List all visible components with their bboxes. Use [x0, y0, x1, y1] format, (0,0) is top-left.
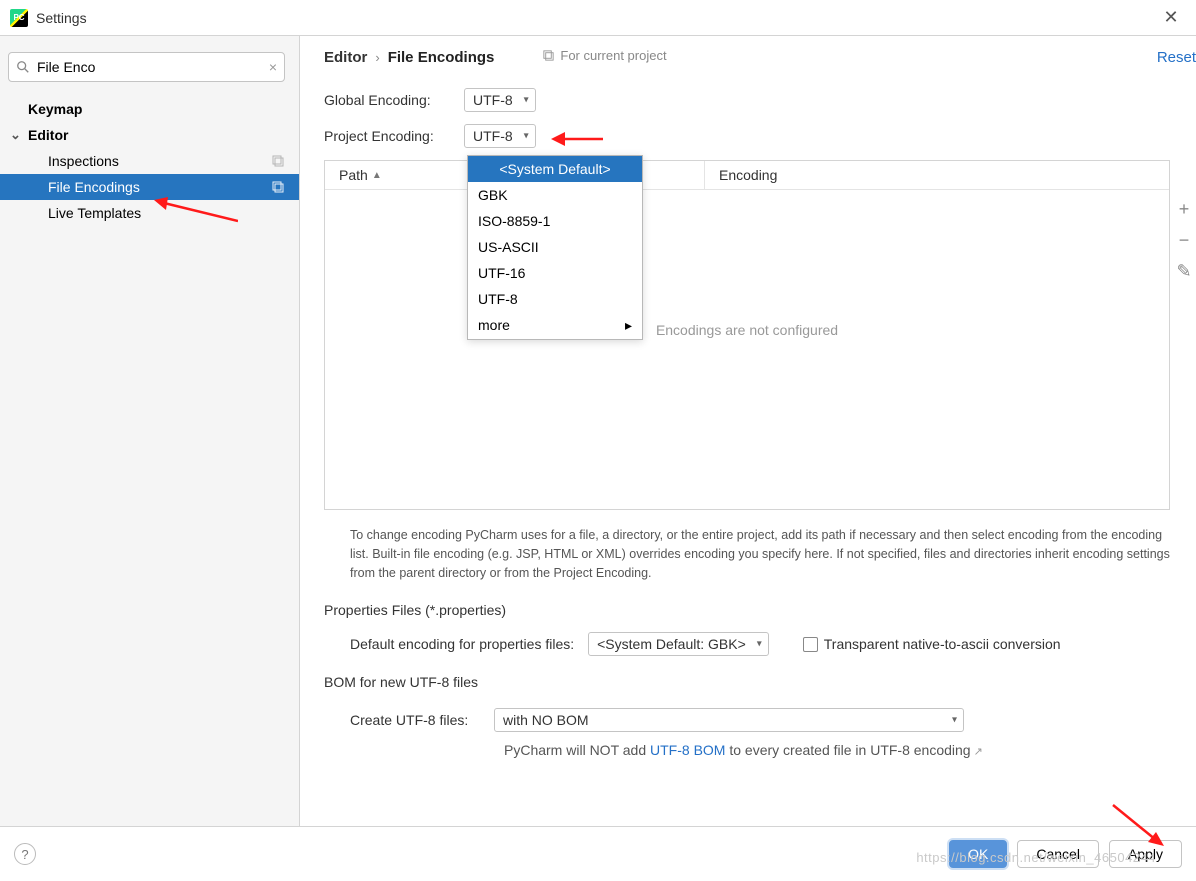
- sidebar-item-inspections[interactable]: Inspections: [0, 148, 299, 174]
- sidebar-item-label: Keymap: [28, 101, 82, 117]
- scope-text: For current project: [560, 48, 666, 63]
- sidebar-item-label: Live Templates: [48, 205, 141, 221]
- sidebar-item-label: Inspections: [48, 153, 119, 169]
- submenu-arrow-icon: ▸: [625, 317, 632, 334]
- table-empty-text: Encodings are not configured: [656, 322, 838, 338]
- encoding-option-iso[interactable]: ISO-8859-1: [468, 208, 642, 234]
- content: Editor › File Encodings For current proj…: [300, 36, 1196, 826]
- properties-encoding-dropdown[interactable]: <System Default: GBK>: [588, 632, 769, 656]
- chevron-right-icon: ›: [375, 50, 379, 65]
- encoding-option-utf16[interactable]: UTF-16: [468, 260, 642, 286]
- settings-tree: Keymap Editor Inspections File Encodings…: [0, 96, 299, 226]
- table-header: Path ▲ Encoding: [325, 161, 1169, 190]
- sidebar: × Keymap Editor Inspections File Encodin…: [0, 36, 300, 826]
- note-pre: PyCharm will NOT add: [504, 742, 650, 758]
- project-scope-icon: [542, 49, 555, 62]
- pycharm-icon: PC: [10, 9, 28, 27]
- sidebar-item-label: File Encodings: [48, 179, 140, 195]
- bom-row: Create UTF-8 files: with NO BOM: [324, 708, 1196, 732]
- help-note: To change encoding PyCharm uses for a fi…: [350, 526, 1170, 582]
- sidebar-item-keymap[interactable]: Keymap: [0, 96, 299, 122]
- edit-row-button[interactable]: ✎: [1174, 261, 1194, 282]
- path-encoding-table: Path ▲ Encoding Encodings are not config…: [324, 160, 1170, 510]
- bom-label: Create UTF-8 files:: [350, 712, 480, 728]
- add-row-button[interactable]: +: [1174, 199, 1194, 220]
- bom-section-title: BOM for new UTF-8 files: [324, 674, 1196, 690]
- sidebar-item-file-encodings[interactable]: File Encodings: [0, 174, 299, 200]
- encoding-option-gbk[interactable]: GBK: [468, 182, 642, 208]
- global-encoding-row: Global Encoding: UTF-8: [324, 88, 1196, 112]
- properties-section-title: Properties Files (*.properties): [324, 602, 1196, 618]
- properties-label: Default encoding for properties files:: [350, 636, 574, 652]
- close-icon[interactable]: ✕: [1156, 7, 1186, 28]
- breadcrumb-current: File Encodings: [388, 49, 495, 66]
- bom-dropdown[interactable]: with NO BOM: [494, 708, 964, 732]
- cancel-button[interactable]: Cancel: [1017, 840, 1099, 868]
- utf8-bom-link[interactable]: UTF-8 BOM: [650, 742, 725, 758]
- dropdown-value: UTF-8: [473, 128, 513, 144]
- help-button[interactable]: ?: [14, 843, 36, 865]
- breadcrumb-parent[interactable]: Editor: [324, 49, 367, 66]
- apply-button[interactable]: Apply: [1109, 840, 1182, 868]
- title-bar: PC Settings ✕: [0, 0, 1196, 36]
- dropdown-value: with NO BOM: [503, 712, 589, 728]
- col-label: Encoding: [719, 167, 777, 183]
- global-encoding-label: Global Encoding:: [324, 92, 464, 108]
- reset-link[interactable]: Reset: [1157, 49, 1196, 66]
- sort-asc-icon: ▲: [372, 170, 382, 181]
- external-link-icon: ↗: [974, 746, 983, 758]
- properties-row: Default encoding for properties files: <…: [324, 632, 1196, 656]
- project-scope-label: For current project: [542, 48, 666, 63]
- encoding-option-system-default[interactable]: <System Default>: [468, 156, 642, 182]
- project-encoding-row: Project Encoding: UTF-8: [324, 124, 1196, 148]
- note-post: to every created file in UTF-8 encoding: [725, 742, 970, 758]
- search-icon: [16, 60, 30, 74]
- sidebar-item-label: Editor: [28, 127, 68, 143]
- clear-search-icon[interactable]: ×: [269, 59, 277, 75]
- dropdown-value: UTF-8: [473, 92, 513, 108]
- encoding-option-usascii[interactable]: US-ASCII: [468, 234, 642, 260]
- breadcrumb: Editor › File Encodings For current proj…: [324, 48, 1196, 66]
- encoding-option-utf8[interactable]: UTF-8: [468, 286, 642, 312]
- remove-row-button[interactable]: −: [1174, 230, 1194, 251]
- ok-button[interactable]: OK: [949, 840, 1007, 868]
- encoding-option-more[interactable]: more ▸: [468, 312, 642, 339]
- more-label: more: [478, 317, 510, 334]
- search-wrap: ×: [8, 52, 285, 82]
- sidebar-item-live-templates[interactable]: Live Templates: [0, 200, 299, 226]
- bom-note: PyCharm will NOT add UTF-8 BOM to every …: [324, 742, 1196, 758]
- project-encoding-label: Project Encoding:: [324, 128, 464, 144]
- window-title: Settings: [36, 10, 87, 26]
- project-scope-icon: [271, 180, 285, 194]
- checkbox-icon[interactable]: [803, 637, 818, 652]
- transparent-checkbox-wrap[interactable]: Transparent native-to-ascii conversion: [803, 636, 1061, 652]
- dropdown-value: <System Default: GBK>: [597, 636, 746, 652]
- sidebar-item-editor[interactable]: Editor: [0, 122, 299, 148]
- table-actions: + − ✎: [1174, 199, 1194, 282]
- col-label: Path: [339, 167, 368, 183]
- footer-buttons: OK Cancel Apply: [949, 840, 1182, 868]
- search-input[interactable]: [8, 52, 285, 82]
- checkbox-label: Transparent native-to-ascii conversion: [824, 636, 1061, 652]
- col-encoding-header[interactable]: Encoding: [705, 161, 1169, 189]
- project-scope-icon: [271, 154, 285, 168]
- encoding-popup: <System Default> GBK ISO-8859-1 US-ASCII…: [467, 155, 643, 340]
- project-encoding-dropdown[interactable]: UTF-8: [464, 124, 536, 148]
- footer: ? OK Cancel Apply: [0, 826, 1196, 881]
- global-encoding-dropdown[interactable]: UTF-8: [464, 88, 536, 112]
